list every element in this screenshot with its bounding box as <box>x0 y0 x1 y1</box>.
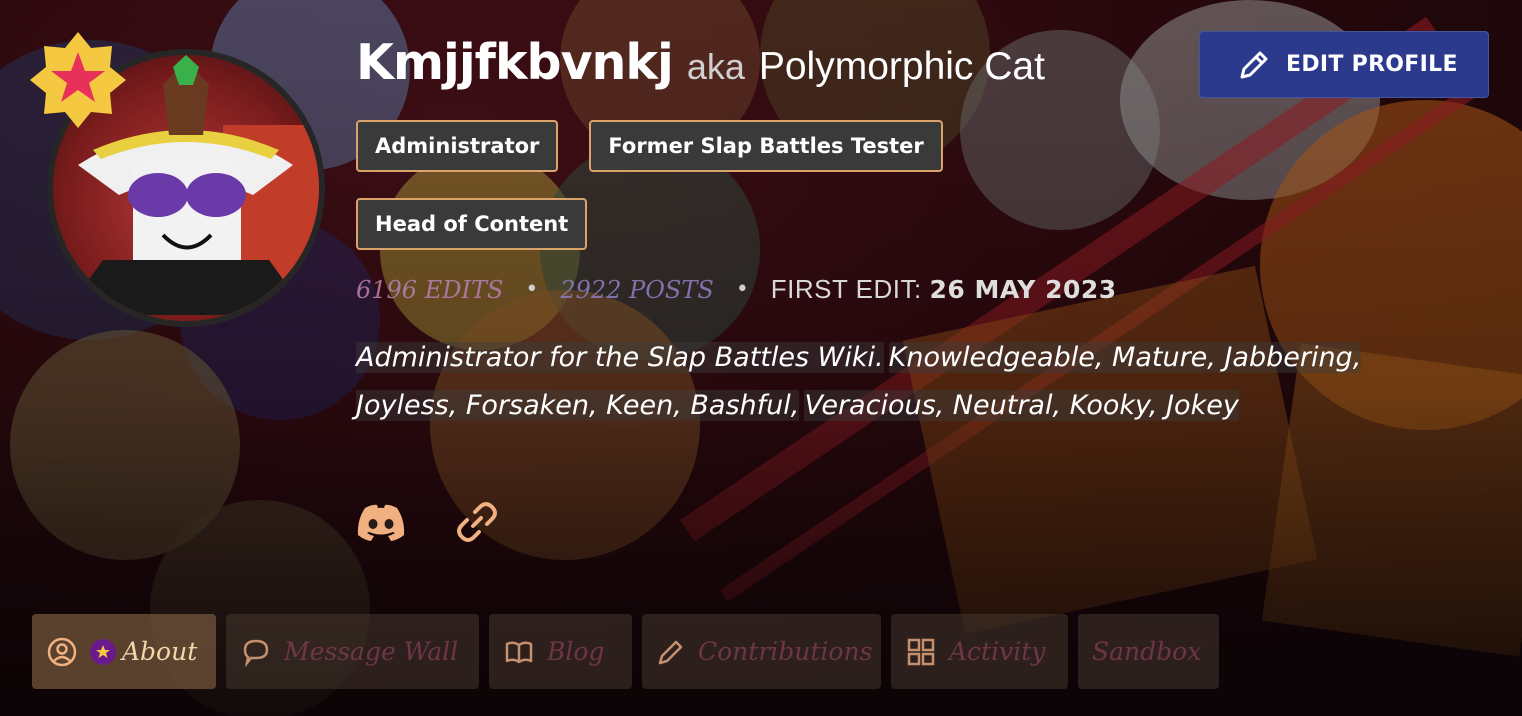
tab-label: Contributions <box>698 637 873 666</box>
tab-label: Message Wall <box>284 637 459 666</box>
tag-head-of-content: Head of Content <box>356 198 588 250</box>
stat-separator: • <box>525 277 539 302</box>
first-edit-date: 26 MAY 2023 <box>929 275 1117 304</box>
username: Kmjjfkbvnkj <box>356 34 674 91</box>
edit-profile-button[interactable]: EDIT PROFILE <box>1199 31 1489 98</box>
star-icon <box>90 638 116 665</box>
tab-label: Sandbox <box>1092 637 1202 666</box>
first-edit-label: FIRST EDIT: <box>770 274 922 304</box>
tab-sandbox[interactable]: Sandbox <box>1078 614 1219 689</box>
tag-administrator: Administrator <box>356 120 559 172</box>
user-circle-icon <box>46 636 78 668</box>
book-icon <box>503 636 535 668</box>
edit-count[interactable]: 6196 EDITS <box>356 276 503 304</box>
profile-tabs: About Message Wall Blog Contributions Ac… <box>32 614 1219 689</box>
discord-icon[interactable] <box>356 498 406 546</box>
admin-star-badge-icon <box>30 32 126 128</box>
tab-about[interactable]: About <box>32 614 216 689</box>
social-links <box>356 498 502 546</box>
tab-message-wall[interactable]: Message Wall <box>226 614 479 689</box>
aka-label: aka <box>686 46 745 87</box>
alias: Polymorphic Cat <box>758 45 1045 88</box>
bio-line: Veracious, Neutral, Kooky, Jokey <box>804 390 1239 421</box>
tab-label: Blog <box>547 637 605 666</box>
first-edit: FIRST EDIT: 26 MAY 2023 <box>771 274 1117 305</box>
stat-separator: • <box>735 277 749 302</box>
pencil-icon <box>656 636 686 668</box>
edit-profile-label: EDIT PROFILE <box>1286 52 1458 77</box>
profile-title: Kmjjfkbvnkj aka Polymorphic Cat <box>356 34 1045 91</box>
profile-stats: 6196 EDITS • 2922 POSTS • FIRST EDIT: 26… <box>356 274 1117 305</box>
tag-former-tester: Former Slap Battles Tester <box>589 120 943 172</box>
user-tags: Administrator Former Slap Battles Tester… <box>356 120 976 250</box>
pencil-icon <box>1240 51 1268 78</box>
tab-contributions[interactable]: Contributions <box>642 614 881 689</box>
speech-bubble-icon <box>240 636 272 668</box>
tab-label: About <box>122 637 198 666</box>
tab-activity[interactable]: Activity <box>891 614 1068 689</box>
link-icon[interactable] <box>452 498 502 546</box>
tab-label: Activity <box>949 637 1046 666</box>
post-count[interactable]: 2922 POSTS <box>560 276 713 304</box>
grid-icon <box>905 636 937 668</box>
tab-blog[interactable]: Blog <box>489 614 632 689</box>
profile-bio: Administrator for the Slap Battles Wiki.… <box>356 334 1446 430</box>
bio-line: Administrator for the Slap Battles Wiki. <box>356 342 884 373</box>
